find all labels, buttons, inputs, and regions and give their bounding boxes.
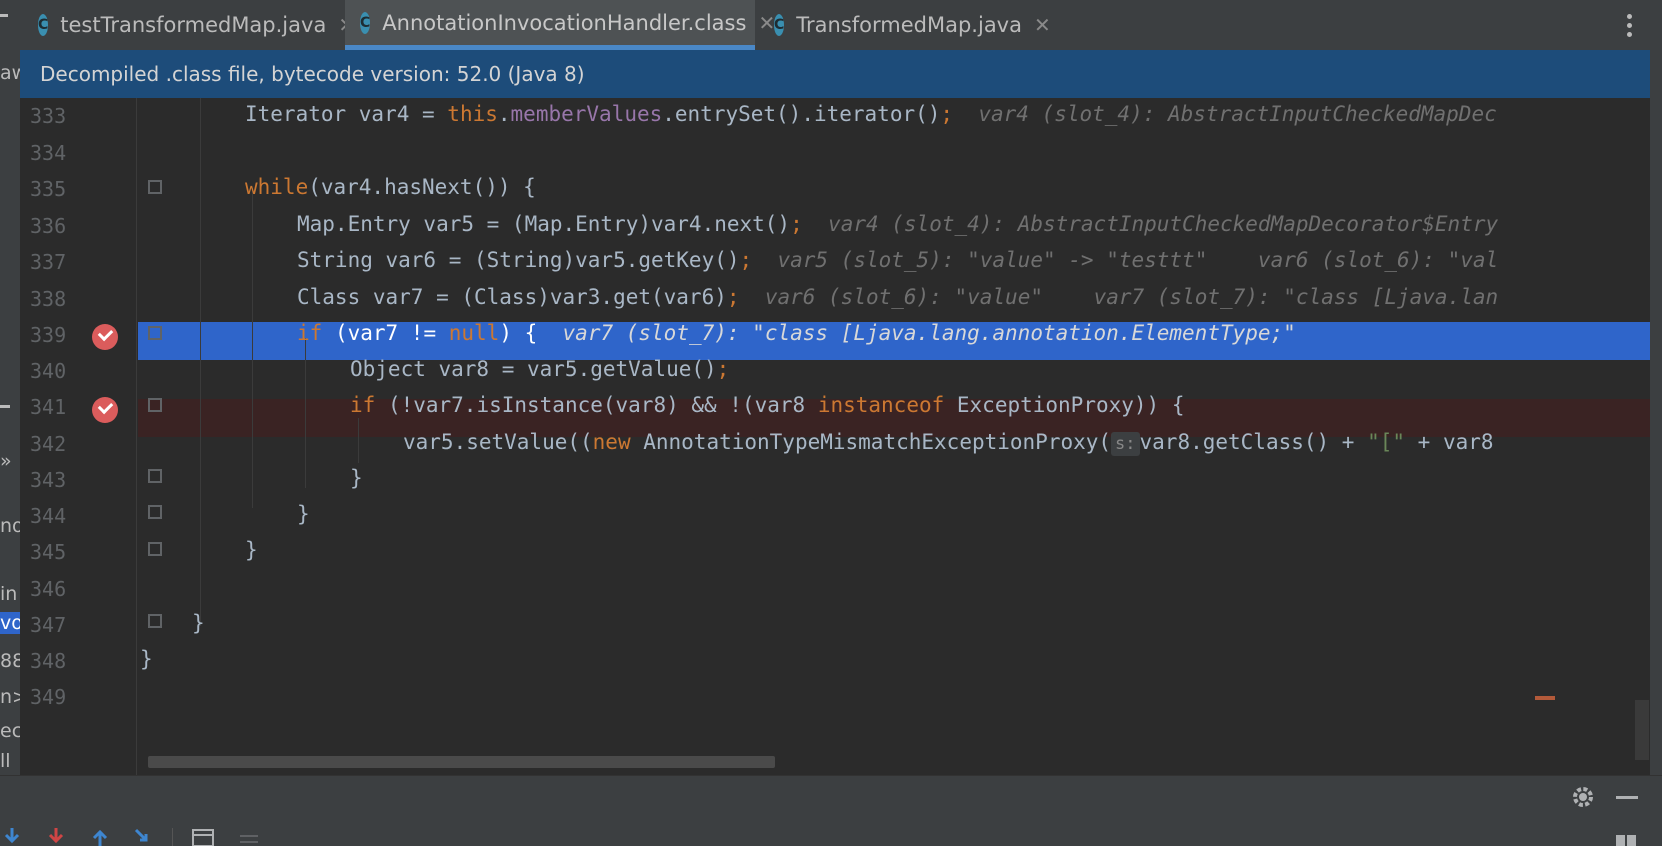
panel-text-fragment: ll — [0, 750, 11, 772]
close-icon[interactable]: ✕ — [1034, 13, 1051, 37]
inline-debug-hint: var6 (slot_6): "value" — [764, 285, 1043, 309]
collapse-icon[interactable] — [0, 14, 8, 17]
more-options-icon[interactable] — [1627, 14, 1633, 38]
minimize-icon[interactable] — [1616, 796, 1638, 799]
c-class-icon: C — [774, 14, 785, 36]
gear-icon[interactable] — [1570, 784, 1596, 810]
fold-icon[interactable] — [148, 505, 162, 519]
code-line-336[interactable]: Map.Entry var5 = (Map.Entry)var4.next();… — [297, 212, 1498, 236]
inline-debug-hint: var7 (slot_7): "class [Ljava.lan — [1093, 285, 1499, 309]
line-number: 349 — [30, 685, 67, 709]
line-number: 337 — [30, 250, 67, 274]
fold-icon[interactable] — [148, 398, 162, 412]
line-number: 336 — [30, 214, 67, 238]
line-number: 333 — [30, 104, 67, 128]
panel-text-fragment[interactable]: voi — [0, 612, 28, 634]
code-line-341[interactable]: if (!var7.isInstance(var8) && !(var8 ins… — [350, 393, 1184, 417]
line-number: 334 — [30, 141, 67, 165]
line-number: 343 — [30, 468, 67, 492]
inline-debug-hint: var7 (slot_7): "class [Ljava.lang.annota… — [562, 321, 1296, 345]
tab-transformedmap[interactable]: C TransformedMap.java ✕ — [762, 0, 1051, 50]
code-line-345[interactable]: } — [245, 538, 258, 562]
tab-label: testTransformedMap.java — [60, 13, 327, 37]
breakpoint-icon[interactable] — [92, 397, 118, 423]
inline-debug-hint: var4 (slot_4): AbstractInputCheckedMapDe… — [978, 102, 1497, 126]
line-number: 335 — [30, 177, 67, 201]
step-over-icon[interactable] — [2, 828, 22, 846]
fold-icon[interactable] — [148, 614, 162, 628]
code-line-344[interactable]: } — [297, 502, 310, 526]
tab-testtransformedmap[interactable]: C testTransformedMap.java ✕ — [28, 0, 355, 50]
line-number: 339 — [30, 323, 67, 347]
decompiled-file-banner: Decompiled .class file, bytecode version… — [20, 50, 1650, 98]
code-line-342[interactable]: var5.setValue((new AnnotationTypeMismatc… — [403, 430, 1494, 456]
line-number: 345 — [30, 540, 67, 564]
code-line-338[interactable]: Class var7 = (Class)var3.get(var6); var6… — [297, 285, 1498, 309]
right-panel-edge — [1650, 0, 1662, 775]
editor-tab-bar: C testTransformedMap.java ✕ C Annotation… — [0, 0, 1662, 50]
line-number: 346 — [30, 577, 67, 601]
code-line-333[interactable]: Iterator var4 = this.memberValues.entryS… — [245, 102, 1497, 126]
panel-text-fragment: ec — [0, 720, 23, 742]
code-line-337[interactable]: String var6 = (String)var5.getKey(); var… — [297, 248, 1498, 272]
parameter-hint: s: — [1111, 432, 1140, 456]
code-line-347[interactable]: } — [192, 611, 205, 635]
code-line-340[interactable]: Object var8 = var5.getValue(); — [350, 357, 729, 381]
fold-icon[interactable] — [148, 469, 162, 483]
fold-icon[interactable] — [148, 326, 162, 340]
trace-stream-icon — [240, 835, 258, 843]
tab-label: AnnotationInvocationHandler.class — [382, 10, 747, 35]
c-class-icon: C — [38, 14, 49, 36]
collapse-icon[interactable] — [0, 405, 10, 408]
inline-debug-hint: var6 (slot_6): "val — [1257, 248, 1499, 272]
step-out-icon[interactable] — [90, 828, 110, 846]
expand-icon[interactable]: » — [0, 450, 12, 472]
line-number: 341 — [30, 395, 67, 419]
vertical-scrollbar[interactable] — [1635, 700, 1649, 760]
left-panel-edge: aw » no in voi 88 n> ec ll — [0, 50, 28, 775]
inline-debug-hint: var5 (slot_5): "value" -> "testtt" — [777, 248, 1208, 272]
tab-label: TransformedMap.java — [796, 13, 1022, 37]
line-number: 344 — [30, 504, 67, 528]
line-number: 338 — [30, 287, 67, 311]
line-number: 342 — [30, 432, 67, 456]
step-into-icon[interactable] — [46, 828, 66, 846]
panel-text-fragment: in — [0, 583, 18, 605]
code-line-335[interactable]: while(var4.hasNext()) { — [245, 175, 536, 199]
horizontal-scrollbar[interactable] — [148, 756, 775, 768]
error-stripe-marker[interactable] — [1535, 696, 1555, 700]
line-number: 347 — [30, 613, 67, 637]
tab-annotationinvocationhandler[interactable]: C AnnotationInvocationHandler.class ✕ — [345, 0, 775, 50]
inline-debug-hint: var4 (slot_4): AbstractInputCheckedMapDe… — [828, 212, 1499, 236]
fold-icon[interactable] — [148, 180, 162, 194]
evaluate-expression-icon[interactable] — [192, 828, 214, 846]
breakpoint-icon[interactable] — [92, 324, 118, 350]
line-number: 348 — [30, 649, 67, 673]
run-to-cursor-icon[interactable] — [134, 828, 158, 846]
code-editor[interactable]: 333 334 335 336 337 338 339 340 341 342 … — [20, 98, 1662, 775]
code-line-348[interactable]: } — [140, 647, 153, 671]
line-number: 340 — [30, 359, 67, 383]
layout-icon[interactable] — [1615, 834, 1637, 846]
fold-icon[interactable] — [148, 542, 162, 556]
code-line-343[interactable]: } — [350, 466, 363, 490]
c-class-icon: C — [360, 11, 371, 34]
code-line-339[interactable]: if (var7 != null) { var7 (slot_7): "clas… — [297, 321, 1296, 345]
debug-toolbar — [0, 775, 1662, 846]
